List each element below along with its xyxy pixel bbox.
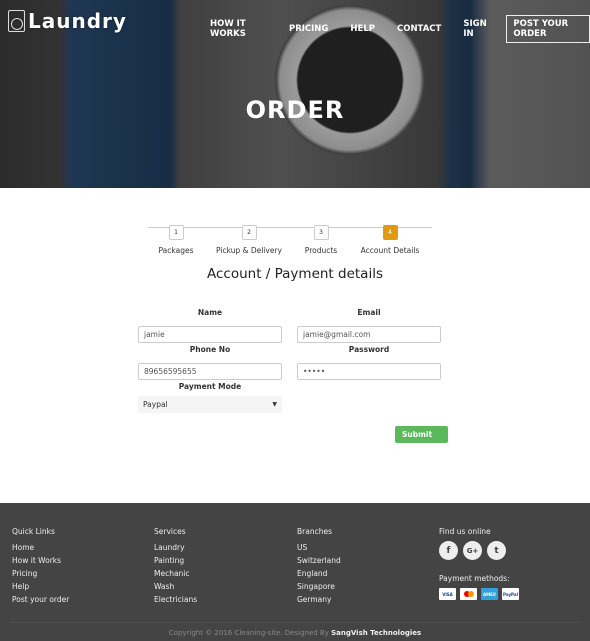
footer-link[interactable]: Switzerland <box>297 557 341 565</box>
email-input[interactable] <box>297 326 441 343</box>
footer-online: Find us online f G+ t Payment methods: VIS… <box>439 527 519 600</box>
footer-link[interactable]: How it Works <box>12 557 69 565</box>
submit-button[interactable]: Submit <box>395 426 448 443</box>
footer-link[interactable]: Singapore <box>297 583 341 591</box>
footer-link[interactable]: Painting <box>154 557 197 565</box>
payment-mode-select[interactable]: Paypal ▼ <box>138 396 282 413</box>
footer-link[interactable]: England <box>297 570 341 578</box>
twitter-icon[interactable]: t <box>487 541 506 560</box>
footer-quick-links: Quick Links Home How it Works Pricing Help P… <box>12 527 70 604</box>
footer-link[interactable]: Wash <box>154 583 197 591</box>
step-pickup-delivery[interactable]: 2 Pickup & Delivery <box>209 219 289 255</box>
mastercard-icon <box>460 588 477 600</box>
footer-link[interactable]: Home <box>12 544 69 552</box>
footer-divider <box>10 622 580 623</box>
nav-pricing[interactable]: PRICING <box>289 24 328 34</box>
caret-down-icon: ▼ <box>272 401 277 408</box>
nav-help[interactable]: HELP <box>350 24 375 34</box>
footer-services: Services Laundry Painting Mechanic Wash Elec… <box>154 527 198 604</box>
footer-link[interactable]: US <box>297 544 341 552</box>
payment-mode-label: Payment Mode <box>178 382 242 391</box>
facebook-icon[interactable]: f <box>439 541 458 560</box>
form-heading: Account / Payment details <box>206 266 383 282</box>
designer-link[interactable]: SangVish Technologies <box>331 629 421 637</box>
password-label: Password <box>348 345 390 354</box>
hero-banner: Laundry HOW IT WORKS PRICING HELP CONTAC… <box>0 0 590 188</box>
nav-contact[interactable]: CONTACT <box>397 24 441 34</box>
washing-machine-icon <box>8 10 25 32</box>
nav-sign-in[interactable]: SIGN IN <box>463 19 491 39</box>
step-products[interactable]: 3 Products <box>281 219 361 255</box>
post-order-button[interactable]: POST YOUR ORDER <box>506 15 590 43</box>
password-input[interactable] <box>297 363 441 380</box>
footer-link[interactable]: Germany <box>297 596 341 604</box>
footer-link[interactable]: Mechanic <box>154 570 197 578</box>
nav-how-it-works[interactable]: HOW IT WORKS <box>210 19 267 39</box>
footer-link[interactable]: Post your order <box>12 596 69 604</box>
visa-icon: VISA <box>439 588 456 600</box>
paypal-icon: PayPal <box>502 588 519 600</box>
google-plus-icon[interactable]: G+ <box>463 541 482 560</box>
step-packages[interactable]: 1 Packages <box>136 219 216 255</box>
footer-link[interactable]: Help <box>12 583 69 591</box>
name-label: Name <box>197 308 223 317</box>
email-label: Email <box>357 308 381 317</box>
footer: Quick Links Home How it Works Pricing Help P… <box>0 503 590 641</box>
order-steps: 1 Packages 2 Pickup & Delivery 3 Products 4… <box>148 219 432 259</box>
amex-icon: AMEX <box>481 588 498 600</box>
phone-input[interactable] <box>138 363 282 380</box>
footer-link[interactable]: Electricians <box>154 596 197 604</box>
footer-link[interactable]: Pricing <box>12 570 69 578</box>
footer-link[interactable]: Laundry <box>154 544 197 552</box>
phone-label: Phone No <box>189 345 231 354</box>
page-title: ORDER <box>245 96 345 124</box>
logo[interactable]: Laundry <box>8 9 127 33</box>
footer-branches: Branches US Switzerland England Singapore Ge… <box>297 527 341 604</box>
copyright: Copyright © 2016 Cleaning-site. Designed… <box>168 629 422 637</box>
main-nav: HOW IT WORKS PRICING HELP CONTACT SIGN I… <box>210 15 590 43</box>
step-account-details[interactable]: 4 Account Details <box>350 219 430 255</box>
name-input[interactable] <box>138 326 282 343</box>
